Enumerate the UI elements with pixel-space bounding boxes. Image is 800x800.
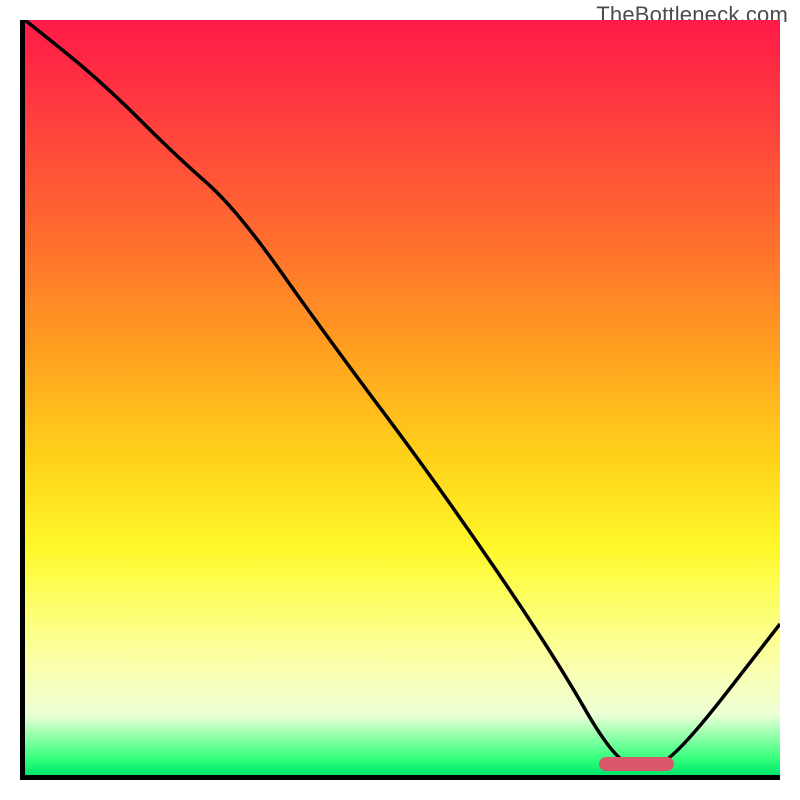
chart-container: TheBottleneck.com bbox=[0, 0, 800, 800]
bottleneck-curve bbox=[25, 20, 780, 775]
optimal-marker bbox=[599, 757, 675, 771]
plot-area bbox=[20, 20, 780, 780]
